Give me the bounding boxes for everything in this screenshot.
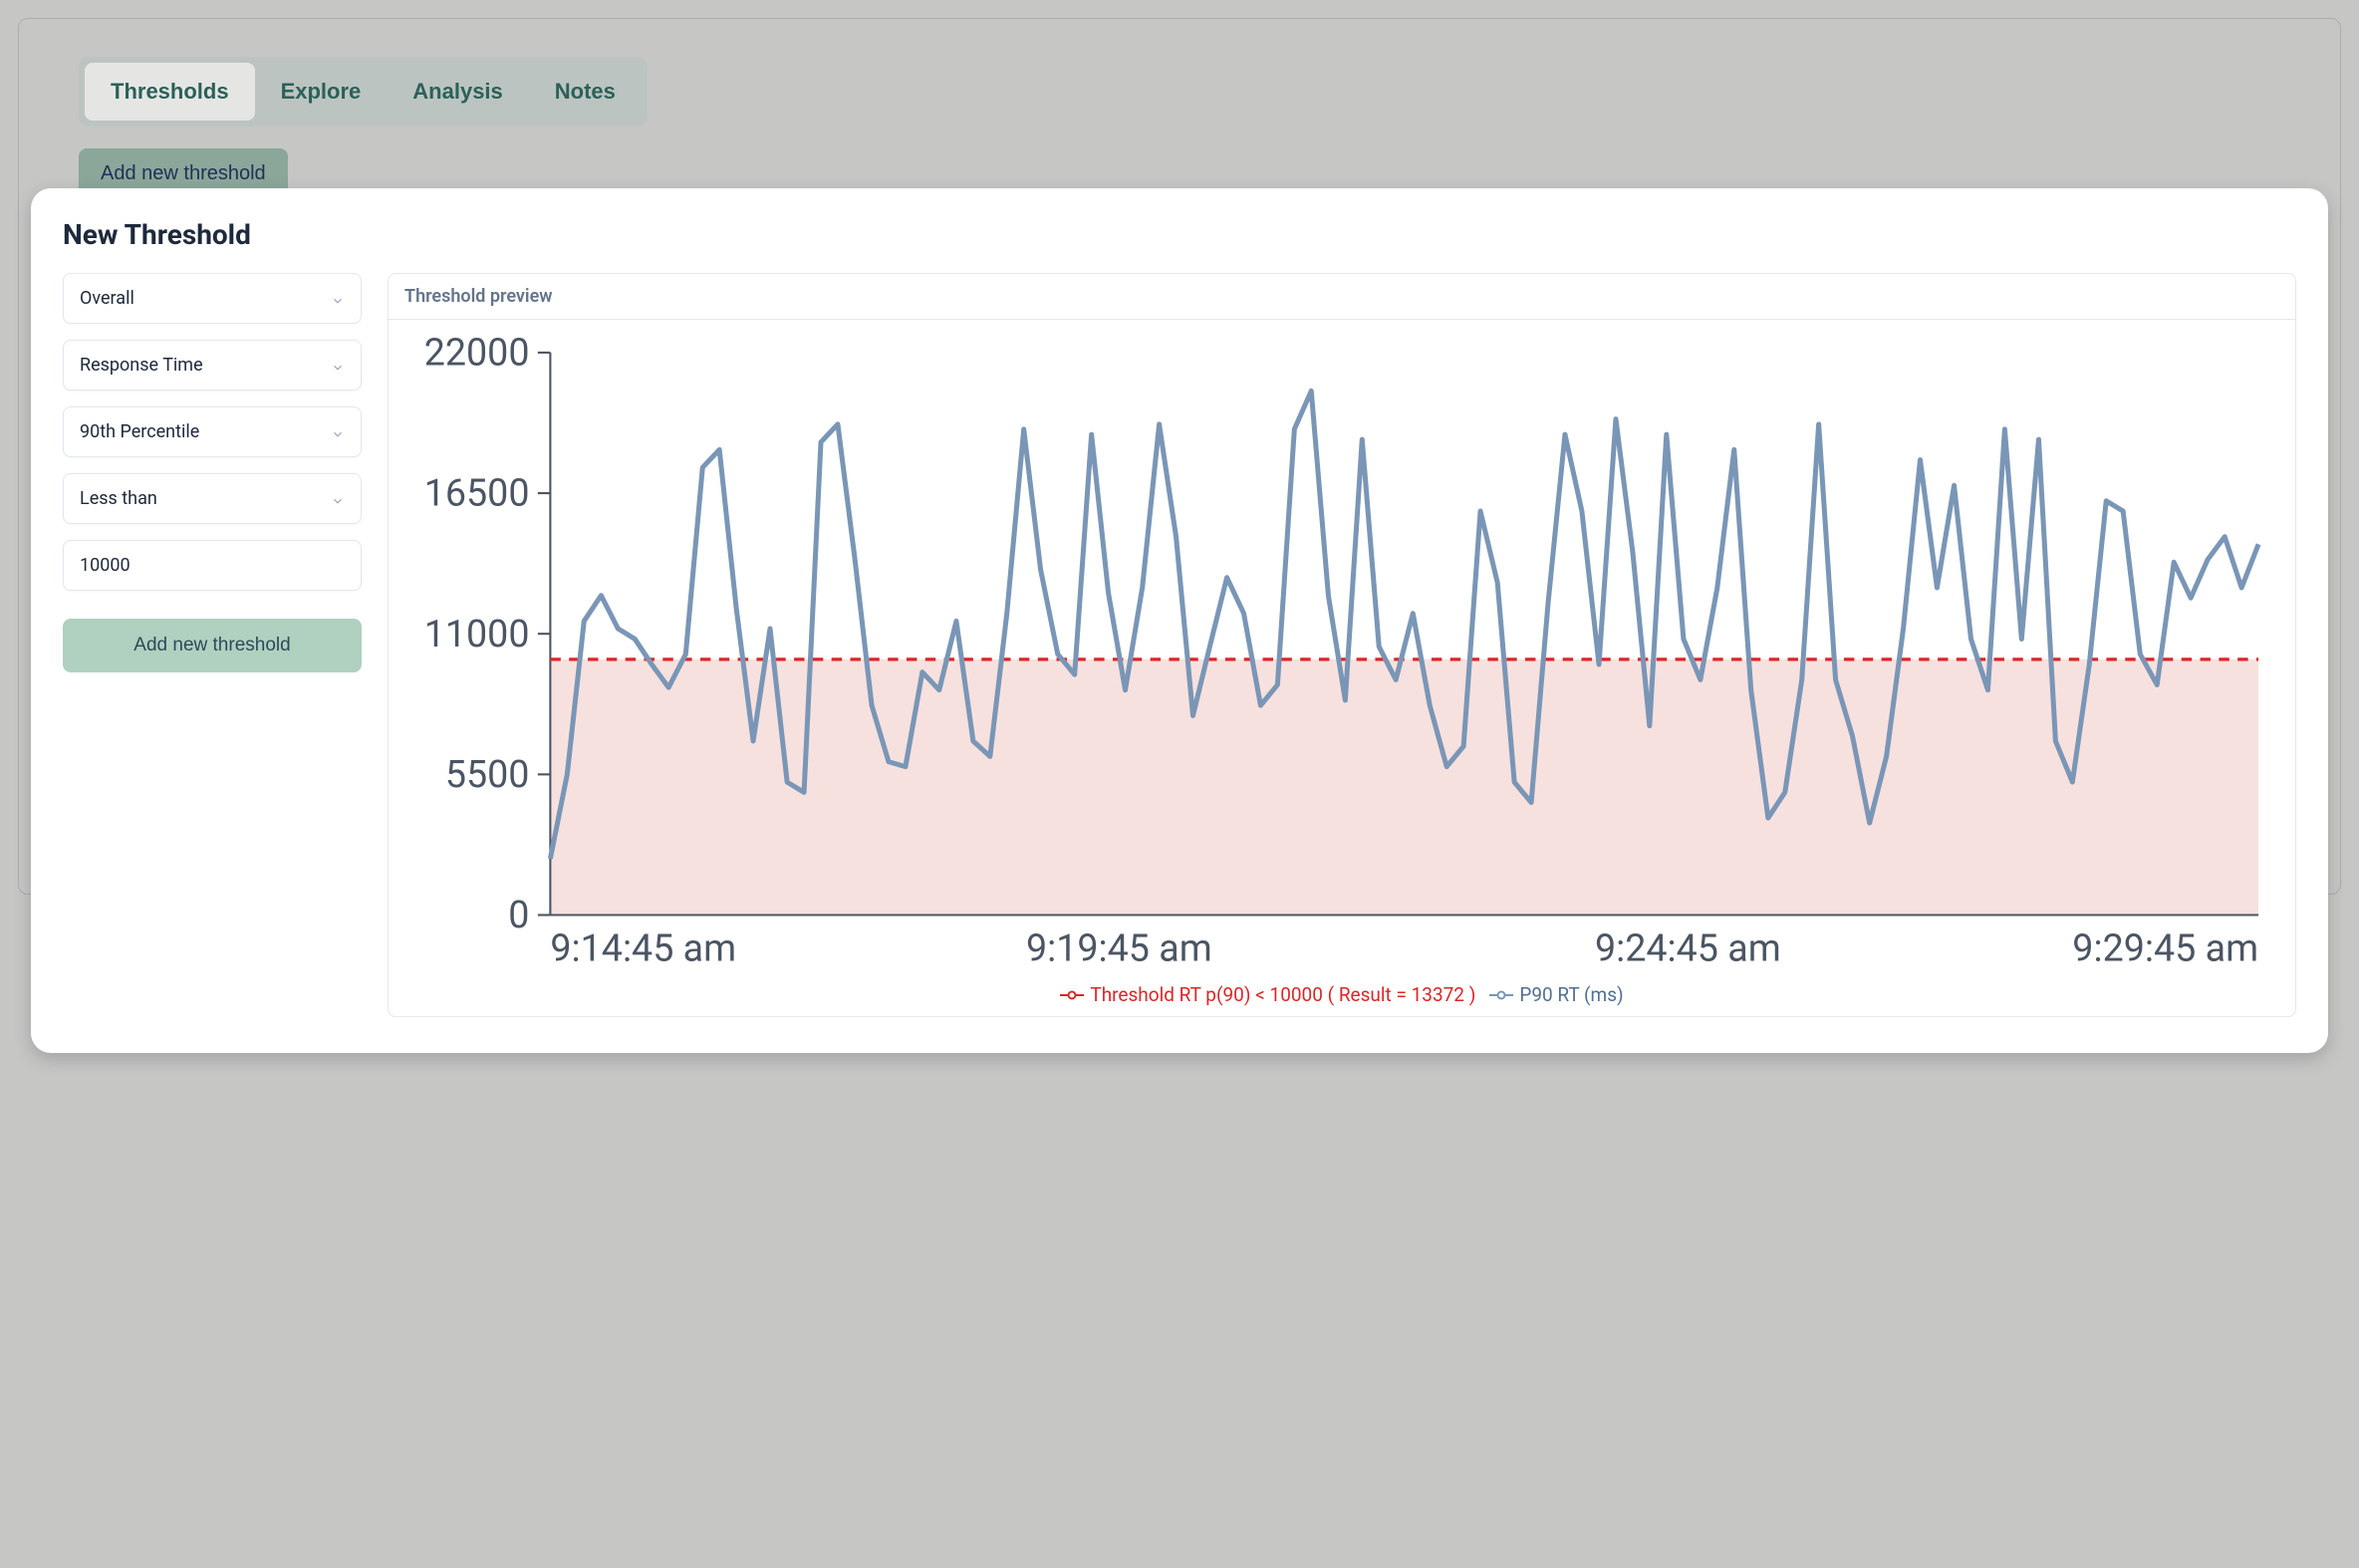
- metric-select-value: Response Time: [80, 355, 203, 376]
- legend-series-label: P90 RT (ms): [1519, 983, 1623, 1006]
- threshold-preview-chart: 0 5500 11000 16500 22000 9:14:45 am 9:19:45 am…: [404, 332, 2279, 977]
- aggregation-select-value: 90th Percentile: [80, 421, 199, 442]
- tab-explore[interactable]: Explore: [255, 63, 388, 121]
- modal-title: New Threshold: [63, 218, 2296, 251]
- legend-threshold: Threshold RT p(90) < 10000 ( Result = 13…: [1060, 983, 1475, 1006]
- tab-thresholds[interactable]: Thresholds: [85, 63, 255, 121]
- series-swatch-icon: [1489, 990, 1513, 1000]
- chart-legend: Threshold RT p(90) < 10000 ( Result = 13…: [404, 977, 2279, 1006]
- threshold-value-input[interactable]: 10000: [63, 540, 362, 591]
- scope-select[interactable]: Overall: [63, 273, 362, 324]
- threshold-form: Overall Response Time 90th Percentile: [63, 273, 362, 1017]
- tab-analysis[interactable]: Analysis: [387, 63, 529, 121]
- add-threshold-submit-button[interactable]: Add new threshold: [63, 619, 362, 672]
- svg-text:9:14:45 am: 9:14:45 am: [550, 927, 736, 971]
- aggregation-select[interactable]: 90th Percentile: [63, 406, 362, 457]
- svg-text:0: 0: [508, 894, 529, 937]
- svg-text:22000: 22000: [424, 332, 530, 375]
- threshold-preview-panel: Threshold preview 0 5500 11000 16500 22000 9:…: [388, 273, 2296, 1017]
- chevron-down-icon: [331, 425, 345, 439]
- svg-text:16500: 16500: [424, 472, 530, 516]
- svg-text:11000: 11000: [424, 613, 530, 656]
- svg-text:5500: 5500: [445, 753, 530, 797]
- tab-notes[interactable]: Notes: [529, 63, 642, 121]
- chevron-down-icon: [331, 359, 345, 373]
- threshold-swatch-icon: [1060, 990, 1084, 1000]
- threshold-value-text: 10000: [80, 555, 131, 576]
- metric-select[interactable]: Response Time: [63, 340, 362, 391]
- legend-threshold-label: Threshold RT p(90) < 10000 ( Result = 13…: [1090, 983, 1475, 1006]
- legend-series: P90 RT (ms): [1489, 983, 1623, 1006]
- chevron-down-icon: [331, 292, 345, 306]
- svg-text:9:19:45 am: 9:19:45 am: [1026, 927, 1212, 971]
- svg-text:9:24:45 am: 9:24:45 am: [1595, 927, 1781, 971]
- svg-text:9:29:45 am: 9:29:45 am: [2072, 927, 2258, 971]
- preview-header: Threshold preview: [389, 274, 2295, 320]
- scope-select-value: Overall: [80, 288, 134, 309]
- page-card: Thresholds Explore Analysis Notes Add ne…: [18, 18, 2341, 895]
- tab-bar: Thresholds Explore Analysis Notes: [79, 57, 648, 127]
- comparator-select-value: Less than: [80, 488, 157, 509]
- comparator-select[interactable]: Less than: [63, 473, 362, 524]
- new-threshold-modal: New Threshold Overall Response Time 90th: [31, 188, 2328, 1053]
- chevron-down-icon: [331, 492, 345, 506]
